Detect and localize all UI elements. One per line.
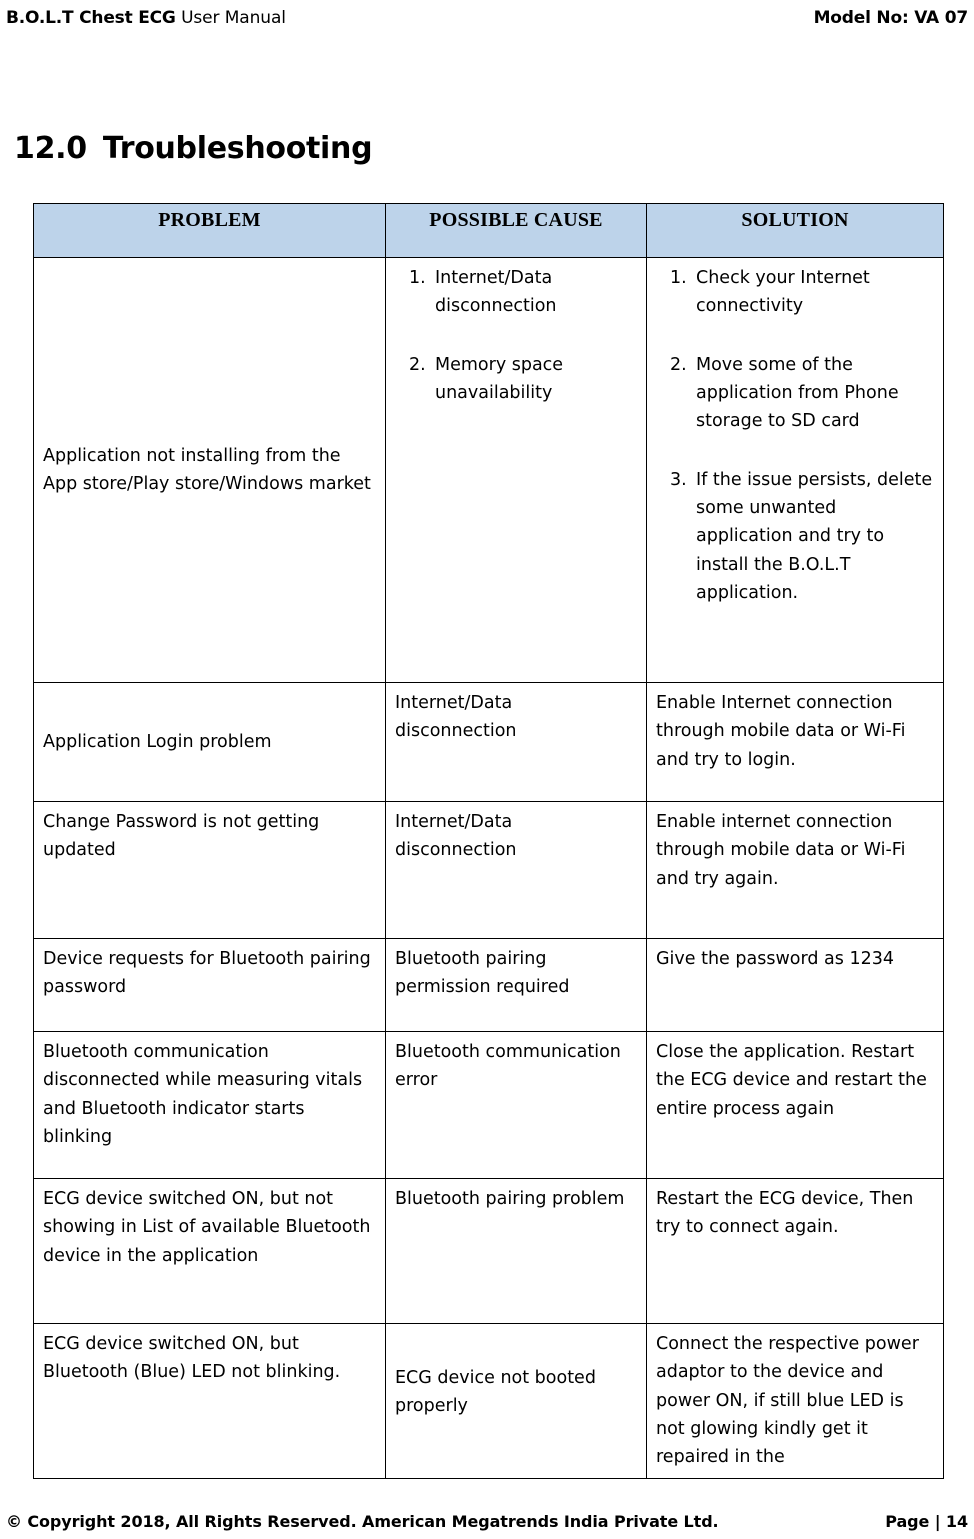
table-header-row: PROBLEM POSSIBLE CAUSE SOLUTION	[33, 203, 944, 258]
footer-page-number: Page | 14	[885, 1512, 968, 1531]
list-item-number: 2.	[670, 354, 687, 375]
cell-solution: Give the password as 1234	[646, 938, 944, 1032]
cell-cause: ECG device not booted properly	[385, 1323, 647, 1479]
problem-text: Bluetooth communication disconnected whi…	[43, 1042, 363, 1148]
problem-text: Application not installing from the App …	[43, 445, 371, 494]
header-brand: B.O.L.T Chest ECG	[6, 8, 176, 28]
list-item: 2. Move some of the application from Pho…	[656, 351, 934, 436]
cell-cause: Internet/Data disconnection	[385, 801, 647, 939]
problem-text: Change Password is not getting updated	[43, 812, 320, 861]
page-title: 12.0 Troubleshooting	[14, 131, 373, 166]
list-item-label: Move some of the application from Phone …	[696, 354, 899, 432]
column-header-cause: POSSIBLE CAUSE	[385, 203, 647, 258]
list-item-label: If the issue persists, delete some unwan…	[696, 469, 933, 604]
cell-solution: Enable Internet connection through mobil…	[646, 682, 944, 802]
solution-text: Close the application. Restart the ECG d…	[656, 1042, 927, 1119]
cell-cause: Bluetooth pairing problem	[385, 1178, 647, 1324]
table-row: ECG device switched ON, but Bluetooth (B…	[33, 1323, 944, 1479]
table-row: Device requests for Bluetooth pairing pa…	[33, 938, 944, 1032]
table-row: Application not installing from the App …	[33, 257, 944, 683]
cell-problem: Bluetooth communication disconnected whi…	[33, 1031, 386, 1179]
header-subtitle: User Manual	[181, 8, 286, 28]
cause-text: ECG device not booted properly	[395, 1368, 596, 1417]
cell-problem: Change Password is not getting updated	[33, 801, 386, 939]
solution-text: Enable Internet connection through mobil…	[656, 693, 906, 770]
cell-problem: Application Login problem	[33, 682, 386, 802]
cell-solution: Close the application. Restart the ECG d…	[646, 1031, 944, 1179]
solution-text: Enable internet connection through mobil…	[656, 812, 906, 889]
cell-cause: 1. Internet/Data disconnection 2. Memory…	[385, 257, 647, 683]
cause-text: Bluetooth pairing permission required	[395, 949, 570, 998]
list-item-label: Check your Internet connectivity	[696, 268, 870, 317]
list-item-label: Internet/Data disconnection	[435, 268, 557, 317]
problem-text: ECG device switched ON, but not showing …	[43, 1189, 371, 1266]
footer-copyright: © Copyright 2018, All Rights Reserved. A…	[6, 1512, 719, 1531]
list-item-number: 1.	[409, 268, 426, 288]
list-item: 2. Memory space unavailability	[395, 351, 637, 408]
header-model-number: Model No: VA 07	[813, 8, 969, 28]
section-title: Troubleshooting	[102, 131, 373, 166]
cell-solution: Connect the respective power adaptor to …	[646, 1323, 944, 1479]
table-row: Change Password is not getting updated I…	[33, 801, 944, 939]
cell-solution: Restart the ECG device, Then try to conn…	[646, 1178, 944, 1324]
list-item: 1. Check your Internet connectivity	[656, 264, 934, 321]
list-item-number: 2.	[409, 354, 426, 375]
column-header-solution: SOLUTION	[646, 203, 944, 258]
page-footer: © Copyright 2018, All Rights Reserved. A…	[0, 1512, 974, 1531]
cell-solution: 1. Check your Internet connectivity 2. M…	[646, 257, 944, 683]
table-row: Application Login problem Internet/Data …	[33, 682, 944, 802]
solution-text: Connect the respective power adaptor to …	[656, 1334, 919, 1468]
cell-solution: Enable internet connection through mobil…	[646, 801, 944, 939]
column-header-problem: PROBLEM	[33, 203, 386, 258]
header-title-group: B.O.L.T Chest ECG User Manual	[6, 8, 286, 28]
cause-list: 1. Internet/Data disconnection 2. Memory…	[395, 264, 637, 407]
cell-cause: Bluetooth pairing permission required	[385, 938, 647, 1032]
cell-problem: Application not installing from the App …	[33, 257, 386, 683]
problem-text: Application Login problem	[43, 731, 272, 752]
problem-text: Device requests for Bluetooth pairing pa…	[43, 949, 371, 998]
cause-text: Internet/Data disconnection	[395, 812, 517, 861]
cell-problem: ECG device switched ON, but Bluetooth (B…	[33, 1323, 386, 1479]
table-row: ECG device switched ON, but not showing …	[33, 1178, 944, 1324]
problem-text: ECG device switched ON, but Bluetooth (B…	[43, 1334, 341, 1383]
cell-cause: Bluetooth communication error	[385, 1031, 647, 1179]
cell-cause: Internet/Data disconnection	[385, 682, 647, 802]
cell-problem: Device requests for Bluetooth pairing pa…	[33, 938, 386, 1032]
section-number: 12.0	[14, 131, 87, 166]
list-item-number: 3.	[670, 469, 687, 490]
solution-text: Restart the ECG device, Then try to conn…	[656, 1189, 914, 1238]
solution-text: Give the password as 1234	[656, 949, 894, 969]
page-header: B.O.L.T Chest ECG User Manual Model No: …	[0, 8, 974, 38]
solution-list: 1. Check your Internet connectivity 2. M…	[656, 264, 934, 607]
cell-problem: ECG device switched ON, but not showing …	[33, 1178, 386, 1324]
list-item-label: Memory space unavailability	[435, 354, 564, 404]
cause-text: Bluetooth pairing problem	[395, 1189, 625, 1209]
list-item-number: 1.	[670, 268, 687, 288]
troubleshooting-table-wrapper: PROBLEM POSSIBLE CAUSE SOLUTION Applicat…	[33, 203, 944, 1479]
cause-text: Bluetooth communication error	[395, 1042, 621, 1091]
troubleshooting-table: PROBLEM POSSIBLE CAUSE SOLUTION Applicat…	[33, 203, 944, 1479]
table-row: Bluetooth communication disconnected whi…	[33, 1031, 944, 1179]
list-item: 3. If the issue persists, delete some un…	[656, 466, 934, 608]
list-item: 1. Internet/Data disconnection	[395, 264, 637, 321]
cause-text: Internet/Data disconnection	[395, 693, 517, 742]
